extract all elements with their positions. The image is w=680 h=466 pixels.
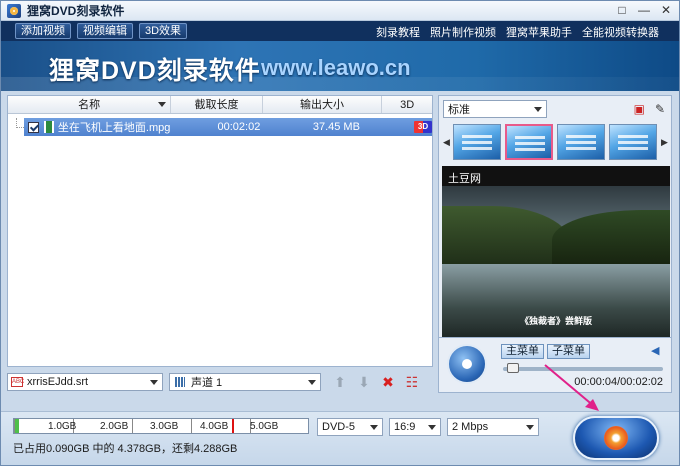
add-video-button[interactable]: 添加视频 [15, 23, 71, 39]
apple-helper-link[interactable]: 狸窝苹果助手 [506, 24, 572, 40]
thumbs-next-icon[interactable]: ▶ [661, 124, 668, 160]
video-edit-button[interactable]: 视频编辑 [77, 23, 133, 39]
capacity-tick [191, 419, 192, 433]
subtitle-select[interactable]: ABC xrrisEJdd.srt [7, 373, 163, 391]
title-bar: 狸窝DVD刻录软件 □ — ✕ [1, 1, 679, 21]
edit-menu-icon[interactable]: ✎ [655, 102, 665, 116]
chevron-down-icon [150, 380, 158, 385]
audio-track-select[interactable]: 声道 1 [169, 373, 321, 391]
app-logo-icon [7, 3, 21, 18]
menu-thumbnail[interactable] [609, 124, 657, 160]
aspect-ratio-select[interactable]: 16:9 [389, 418, 441, 436]
navigation-ring[interactable] [447, 344, 487, 384]
bitrate-value: 2 Mbps [452, 421, 489, 433]
3d-effect-button[interactable]: 3D效果 [139, 23, 188, 39]
sort-down-icon[interactable] [158, 102, 167, 107]
burn-button[interactable] [573, 416, 659, 460]
enter-icon[interactable] [462, 359, 472, 369]
chevron-down-icon [370, 425, 378, 430]
playback-slider-thumb[interactable] [507, 363, 519, 373]
list-tools: ABC xrrisEJdd.srt 声道 1 ⬆ ⬇ ✖ ☷ [7, 371, 433, 393]
capacity-label: 3.0GB [150, 421, 179, 432]
disc-capacity-bar: 1.0GB 2.0GB 3.0GB 4.0GB 5.0GB [13, 418, 309, 434]
app-window: 狸窝DVD刻录软件 □ — ✕ 添加视频 视频编辑 3D效果 刻录教程 照片制作… [0, 0, 680, 466]
capacity-label: 2.0GB [100, 421, 129, 432]
thumbs-prev-icon[interactable]: ◀ [443, 124, 450, 160]
menu-thumbnails: ◀ ▶ [443, 122, 669, 162]
menu-template-value: 标准 [448, 104, 470, 116]
menu-thumbnail-selected[interactable] [505, 124, 553, 160]
photo-video-link[interactable]: 照片制作视频 [430, 24, 496, 40]
minimize-icon[interactable]: — [637, 3, 651, 17]
column-trim-length[interactable]: 截取长度 [171, 96, 263, 113]
banner: 狸窝DVD刻录软件 www.leawo.cn [1, 41, 679, 91]
file-name: 坐在飞机上看地面.mpg [57, 122, 171, 134]
subtitle-file-icon: ABC [11, 377, 25, 387]
column-output-size[interactable]: 输出大小 [263, 96, 383, 113]
chevron-down-icon [534, 107, 542, 112]
chevron-down-icon [308, 380, 316, 385]
video-file-icon [43, 121, 54, 133]
video-caption: 《独裁者》尝鲜版 [519, 316, 592, 326]
file-list-header: 名称 截取长度 输出大小 3D [8, 96, 432, 114]
remove-menu-icon[interactable]: ▣ [634, 102, 645, 116]
maximize-icon[interactable]: □ [615, 3, 629, 17]
capacity-label: 4.0GB [200, 421, 229, 432]
video-preview: 土豆网 《独裁者》尝鲜版 [442, 166, 670, 338]
video-converter-link[interactable]: 全能视频转换器 [582, 24, 659, 40]
3d-badge-icon[interactable]: 3D [414, 121, 432, 133]
menu-template-select[interactable]: 标准 [443, 100, 547, 118]
disc-type-select[interactable]: DVD-5 [317, 418, 383, 436]
close-icon[interactable]: ✕ [659, 3, 673, 17]
banner-url: www.leawo.cn [261, 55, 411, 80]
annotation-arrow [544, 364, 599, 411]
menu-thumbnail[interactable] [453, 124, 501, 160]
bitrate-select[interactable]: 2 Mbps [447, 418, 539, 436]
menu-bar: 添加视频 视频编辑 3D效果 刻录教程 照片制作视频 狸窝苹果助手 全能视频转换… [1, 21, 679, 41]
menu-preview-panel: 标准 ▣ ✎ ◀ ▶ 土豆网 《独裁者》尝鲜版 [438, 95, 672, 353]
clear-list-icon[interactable]: ☷ [403, 373, 421, 391]
burn-disc-icon [604, 426, 628, 450]
capacity-limit-marker [232, 419, 234, 433]
file-list-panel: 名称 截取长度 输出大小 3D 坐在飞机上看地面.mpg 00:02:02 37… [7, 95, 433, 367]
file-trim-length: 00:02:02 [217, 121, 261, 133]
audio-track-value: 声道 1 [191, 377, 223, 389]
capacity-tick [132, 419, 133, 433]
burn-tutorial-link[interactable]: 刻录教程 [376, 24, 420, 40]
window-controls: □ — ✕ [615, 3, 673, 17]
banner-title: 狸窝DVD刻录软件 [49, 57, 261, 85]
capacity-label: 1.0GB [48, 421, 77, 432]
capacity-tick [14, 419, 15, 433]
sub-menu-button[interactable]: 子菜单 [547, 344, 590, 359]
menu-thumbnail[interactable] [557, 124, 605, 160]
move-up-icon[interactable]: ⬆ [331, 373, 349, 391]
main-area: 名称 截取长度 输出大小 3D 坐在飞机上看地面.mpg 00:02:02 37… [1, 91, 679, 465]
move-down-icon[interactable]: ⬇ [355, 373, 373, 391]
chevron-down-icon [428, 425, 436, 430]
column-3d[interactable]: 3D [382, 96, 432, 113]
table-row[interactable]: 坐在飞机上看地面.mpg 00:02:02 37.45 MB 3D [24, 118, 432, 136]
delete-icon[interactable]: ✖ [379, 373, 397, 391]
capacity-label: 5.0GB [250, 421, 279, 432]
main-menu-button[interactable]: 主菜单 [501, 344, 544, 359]
row-checkbox[interactable] [28, 121, 39, 133]
footer-bar: 1.0GB 2.0GB 3.0GB 4.0GB 5.0GB 已占用0.090GB… [1, 411, 679, 465]
video-title: 土豆网 [448, 173, 481, 185]
disc-usage-text: 已占用0.090GB 中的 4.378GB，还剩4.288GB [13, 443, 238, 455]
chevron-down-icon [526, 425, 534, 430]
menu-links: 刻录教程 照片制作视频 狸窝苹果助手 全能视频转换器 [376, 24, 659, 40]
disc-type-value: DVD-5 [322, 421, 356, 433]
volume-icon[interactable]: ◀ [651, 346, 661, 357]
column-name[interactable]: 名称 [8, 96, 172, 113]
menu-edit-tools: ▣ ✎ [634, 102, 665, 116]
audio-track-icon [175, 377, 185, 387]
aspect-ratio-value: 16:9 [394, 421, 416, 433]
subtitle-value: xrrisEJdd.srt [27, 376, 89, 388]
file-output-size: 37.45 MB [312, 121, 360, 133]
window-title: 狸窝DVD刻录软件 [27, 4, 125, 18]
